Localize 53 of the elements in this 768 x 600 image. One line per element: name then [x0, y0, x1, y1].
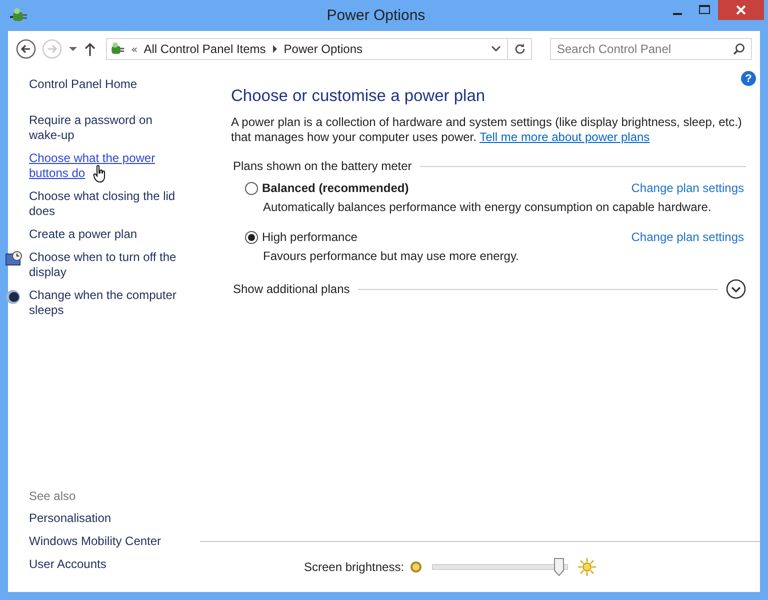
- sidebar-link[interactable]: Windows Mobility Center: [29, 534, 187, 549]
- sidebar-link[interactable]: Personalisation: [29, 511, 187, 526]
- window-title: Power Options: [326, 7, 426, 24]
- brightness-label: Screen brightness:: [304, 560, 404, 574]
- help-link[interactable]: Tell me more about power plans: [480, 130, 650, 144]
- plan-settings-link[interactable]: Change plan settings: [631, 230, 744, 244]
- brightness-slider[interactable]: [432, 558, 568, 576]
- expand-button[interactable]: [726, 279, 746, 299]
- close-icon: [736, 5, 746, 15]
- minimize-icon: [673, 12, 682, 14]
- up-button[interactable]: [84, 42, 96, 56]
- search-field[interactable]: Search Control Panel: [550, 38, 752, 60]
- refresh-icon: [514, 43, 526, 55]
- slider-thumb[interactable]: [554, 558, 564, 576]
- monitor-clock-icon: [5, 251, 23, 267]
- group-title: Plans shown on the battery meter: [233, 159, 412, 173]
- power-plug-icon: [109, 41, 125, 57]
- recent-dropdown-button[interactable]: [68, 44, 78, 54]
- breadcrumb[interactable]: All Control Panel Items: [144, 42, 266, 56]
- section-title: See also: [29, 489, 77, 503]
- maximize-icon: [699, 5, 710, 15]
- help-button[interactable]: ?: [741, 71, 756, 86]
- sidebar-link[interactable]: Choose when to turn off the display: [29, 250, 187, 280]
- sidebar-link[interactable]: Require a password on wake-up: [29, 113, 187, 143]
- plan-description: Automatically balances performance with energy consumption on capable hardware.: [263, 200, 712, 214]
- bright-sun-icon: [578, 558, 596, 576]
- description-text: A power plan is a collection of hardware and system settings (like display brightness, sleep, etc.) that manages how your computer uses power. Tell me more about power plans: [231, 115, 743, 145]
- plan-name: Balanced (recommended): [262, 181, 410, 195]
- breadcrumb-arrow-icon[interactable]: [272, 45, 278, 53]
- sidebar-link[interactable]: Create a power plan: [29, 227, 187, 242]
- page-heading: Choose or customise a power plan: [231, 87, 486, 106]
- breadcrumb[interactable]: Power Options: [284, 42, 362, 56]
- address-bar[interactable]: « All Control Panel Items Power Options: [106, 38, 532, 60]
- power-plug-icon: [10, 7, 28, 24]
- sidebar-link[interactable]: Choose what closing the lid does: [29, 189, 187, 219]
- expander-label[interactable]: Show additional plans: [233, 282, 350, 296]
- back-button[interactable]: [16, 39, 36, 59]
- dim-sun-icon: [410, 561, 422, 573]
- radio-button[interactable]: [245, 182, 258, 194]
- plan-name: High performance: [262, 230, 358, 244]
- sidebar-link[interactable]: Control Panel Home: [29, 77, 187, 92]
- dropdown-chevron-icon[interactable]: [491, 45, 501, 53]
- moon-icon: [5, 289, 21, 305]
- hand-cursor-icon: [93, 165, 107, 183]
- overflow-chevron[interactable]: «: [131, 42, 138, 56]
- close-button[interactable]: [718, 0, 764, 20]
- sidebar-link[interactable]: Choose what the power buttons do: [29, 151, 187, 181]
- sidebar-link[interactable]: User Accounts: [29, 557, 187, 572]
- plan-settings-link[interactable]: Change plan settings: [631, 181, 744, 195]
- radio-button[interactable]: [245, 230, 258, 244]
- sidebar-link[interactable]: Change when the computer sleeps: [29, 288, 187, 318]
- search-icon: [733, 43, 745, 55]
- plan-description: Favours performance but may use more energy.: [263, 249, 520, 263]
